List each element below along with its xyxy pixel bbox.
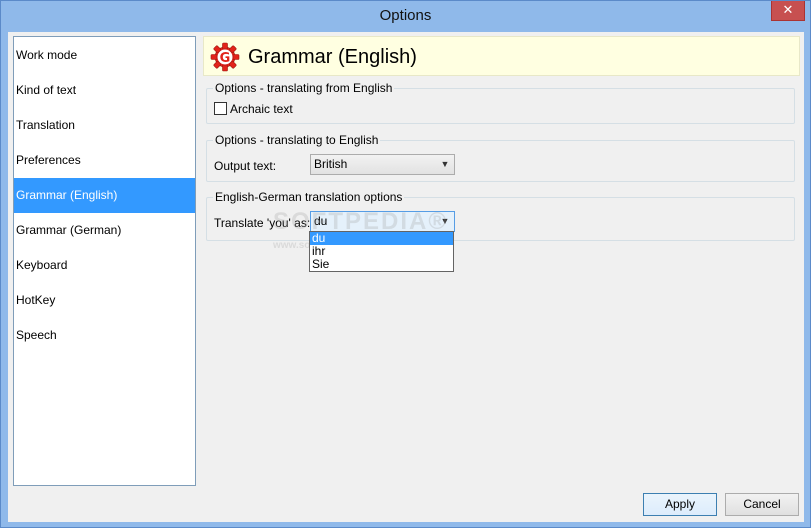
panel-header: G Grammar (English) bbox=[203, 36, 800, 76]
group-translating-to-english: Options - translating to English Output … bbox=[206, 132, 795, 182]
output-text-label: Output text: bbox=[214, 159, 277, 173]
title-bar[interactable]: Options ✕ bbox=[1, 1, 810, 31]
options-window: Options ✕ Work mode Kind of text Transla… bbox=[0, 0, 811, 528]
archaic-text-label[interactable]: Archaic text bbox=[230, 101, 293, 117]
nav-item-keyboard[interactable]: Keyboard bbox=[14, 248, 195, 283]
dropdown-option-sie[interactable]: Sie bbox=[310, 258, 453, 271]
group-translating-from-english: Options - translating from English Archa… bbox=[206, 80, 795, 124]
output-text-value: British bbox=[314, 157, 348, 171]
dialog-client: Work mode Kind of text Translation Prefe… bbox=[8, 32, 804, 522]
nav-item-grammar-english[interactable]: Grammar (English) bbox=[14, 178, 195, 213]
group-legend-from: Options - translating from English bbox=[213, 80, 395, 96]
nav-item-speech[interactable]: Speech bbox=[14, 318, 195, 353]
svg-text:G: G bbox=[220, 51, 231, 66]
dropdown-option-du[interactable]: du bbox=[310, 232, 453, 245]
dropdown-option-ihr[interactable]: ihr bbox=[310, 245, 453, 258]
window-title: Options bbox=[379, 7, 432, 24]
cancel-button[interactable]: Cancel bbox=[725, 493, 799, 516]
close-icon: ✕ bbox=[782, 2, 794, 17]
nav-item-hotkey[interactable]: HotKey bbox=[14, 283, 195, 318]
nav-item-work-mode[interactable]: Work mode bbox=[14, 38, 195, 73]
nav-item-grammar-german[interactable]: Grammar (German) bbox=[14, 213, 195, 248]
nav-item-translation[interactable]: Translation bbox=[14, 108, 195, 143]
archaic-text-checkbox[interactable] bbox=[214, 102, 227, 115]
category-list[interactable]: Work mode Kind of text Translation Prefe… bbox=[13, 36, 196, 486]
translate-you-dropdown[interactable]: du ihr Sie bbox=[309, 231, 454, 272]
gear-g-icon: G bbox=[210, 42, 240, 72]
group-legend-to: Options - translating to English bbox=[213, 132, 381, 148]
settings-panel: G Grammar (English) Options - translatin… bbox=[203, 36, 800, 486]
apply-button[interactable]: Apply bbox=[643, 493, 717, 516]
close-button[interactable]: ✕ bbox=[771, 1, 805, 21]
page-title: Grammar (English) bbox=[248, 46, 417, 68]
nav-item-preferences[interactable]: Preferences bbox=[14, 143, 195, 178]
output-text-select[interactable]: British ▼ bbox=[310, 154, 455, 175]
group-legend-eg: English-German translation options bbox=[213, 189, 405, 205]
chevron-down-icon: ▼ bbox=[440, 159, 450, 169]
nav-item-kind-of-text[interactable]: Kind of text bbox=[14, 73, 195, 108]
